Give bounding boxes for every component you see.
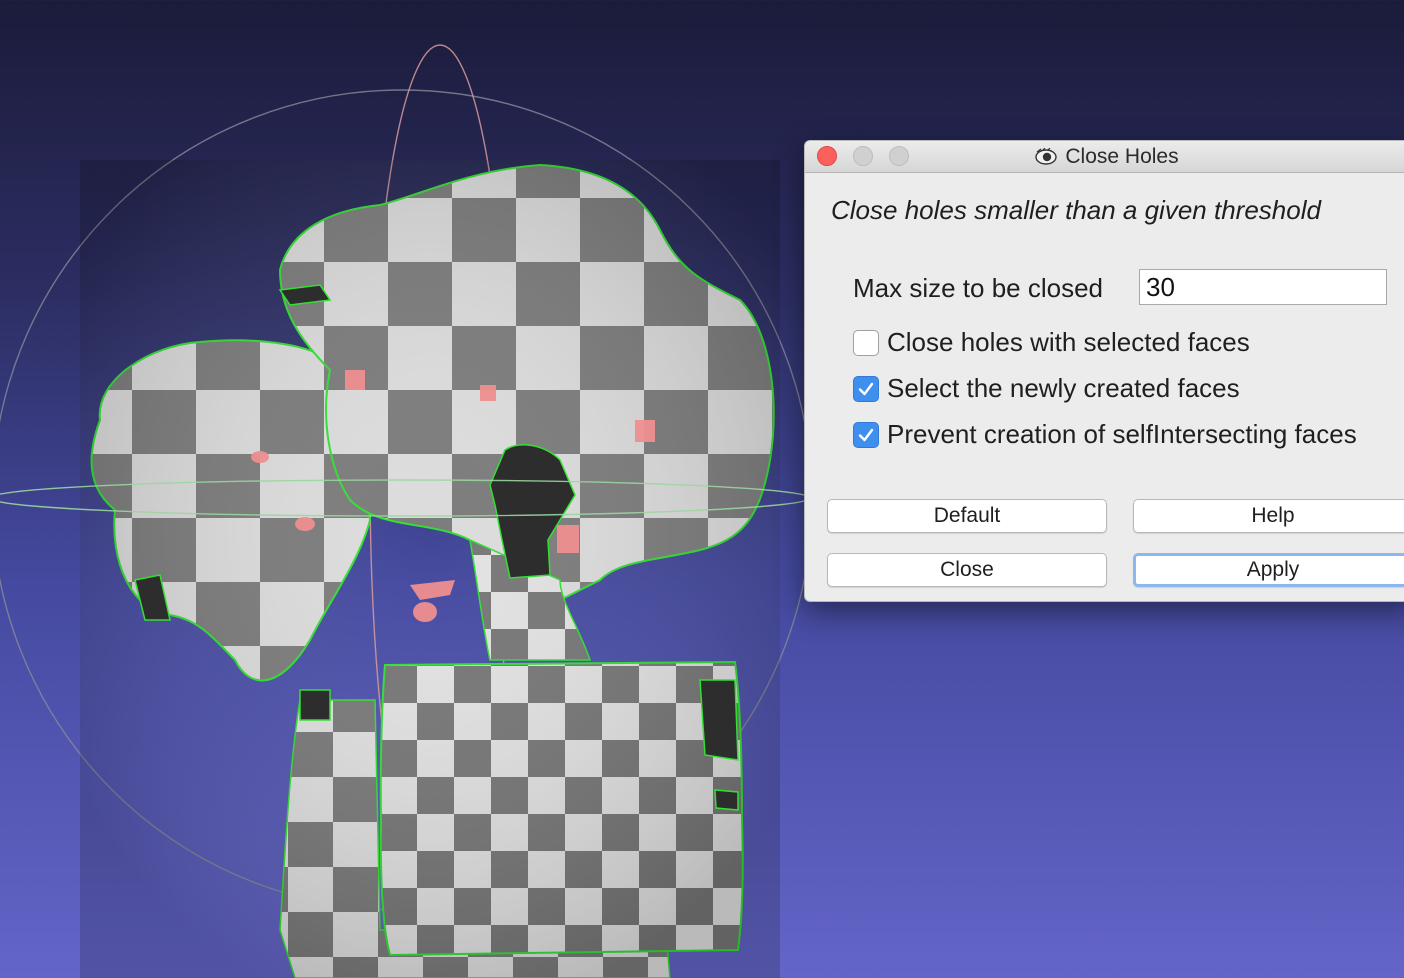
dialog-title-group: Close Holes [805, 141, 1404, 172]
dialog-titlebar[interactable]: Close Holes [805, 141, 1404, 173]
option-close-holes-selected[interactable]: Close holes with selected faces [853, 327, 1250, 358]
option-prevent-self-intersecting[interactable]: Prevent creation of selfIntersecting fac… [853, 419, 1357, 450]
checkbox-close-holes-selected[interactable] [853, 329, 879, 356]
option-label: Select the newly created faces [887, 373, 1240, 403]
mesh-front-box [379, 660, 744, 957]
checkbox-prevent-self-intersecting[interactable] [853, 421, 879, 448]
max-size-input[interactable] [1139, 269, 1387, 305]
checkbox-select-new-faces[interactable] [853, 375, 879, 402]
close-button[interactable]: Close [827, 553, 1107, 587]
meshlab-eye-icon [1035, 147, 1058, 166]
option-label: Prevent creation of selfIntersecting fac… [887, 419, 1357, 449]
option-select-new-faces[interactable]: Select the newly created faces [853, 373, 1240, 404]
checkmark-icon [858, 382, 874, 395]
apply-button[interactable]: Apply [1133, 553, 1404, 587]
dialog-description: Close holes smaller than a given thresho… [831, 195, 1321, 225]
checkmark-icon [858, 428, 874, 441]
help-button[interactable]: Help [1133, 499, 1404, 533]
default-button[interactable]: Default [827, 499, 1107, 533]
dialog-title: Close Holes [1065, 144, 1179, 168]
close-holes-dialog: Close Holes Close holes smaller than a g… [804, 140, 1404, 602]
max-size-label: Max size to be closed [853, 273, 1104, 303]
option-label: Close holes with selected faces [887, 327, 1250, 357]
